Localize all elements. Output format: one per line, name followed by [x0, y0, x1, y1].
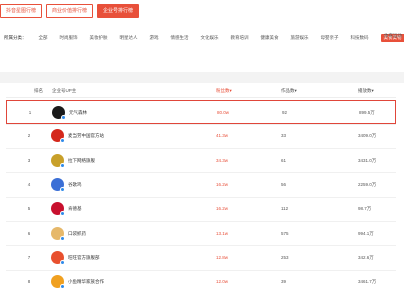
category-fashion[interactable]: 时尚服饰	[60, 35, 78, 41]
row-divider	[6, 196, 396, 198]
row-name[interactable]: 拉下网络旗舰	[68, 158, 95, 164]
row-name[interactable]: 元气森林	[69, 110, 87, 116]
table-row[interactable]: 3 拉下网络旗舰 34.3w 61 3431.0万	[6, 149, 396, 173]
toolbar-band	[0, 72, 404, 83]
category-beauty[interactable]: 美妆护肤	[90, 35, 108, 41]
row-works: 253	[281, 254, 289, 260]
table-row[interactable]: 5 肯德基 16.2w 112 98.7万	[6, 197, 396, 221]
row-rank: 2	[27, 133, 31, 139]
table-row[interactable]: 6 口袋抓药 13.1w 575 994.1万	[6, 222, 396, 246]
verified-icon	[60, 186, 65, 192]
row-fans: 13.1w	[216, 230, 229, 236]
category-filter: 所属分类： 全部 时尚服饰 美妆护肤 明星达人 游戏 情感生活 文化娱乐 教育培…	[4, 34, 404, 42]
row-rank: 7	[27, 254, 31, 260]
header-name: 企业号UP主	[52, 88, 77, 93]
ranking-tabs: 抖音星图行榜 商业价值排行榜 企业号排行榜	[0, 4, 140, 18]
verified-icon	[60, 259, 65, 265]
table-row[interactable]: 8 小鱼精华家族合作 12.0w 39 3461.7万	[6, 270, 396, 293]
table-row[interactable]: 2 麦当劳中国官方站 41.3w 33 3409.0万	[6, 124, 396, 148]
header-fans-sort[interactable]: 粉丝数▾	[216, 88, 232, 94]
row-divider	[6, 221, 396, 222]
category-education[interactable]: 教育培训	[231, 35, 249, 41]
row-divider	[6, 123, 396, 125]
tab-star-ranking[interactable]: 抖音星图行榜	[0, 4, 43, 18]
row-fans: 16.2w	[216, 206, 229, 212]
verified-icon	[60, 284, 65, 290]
verified-icon	[60, 235, 65, 241]
verified-icon	[61, 115, 66, 120]
row-divider	[6, 269, 396, 271]
category-entertainment[interactable]: 文化娱乐	[201, 35, 219, 41]
table-row[interactable]: 1 元气森林 80.0w 92 899.5万	[6, 100, 396, 124]
header-rank: 排名	[34, 88, 43, 93]
category-life[interactable]: 情感生活	[171, 35, 189, 41]
category-tech[interactable]: 科技数码	[351, 35, 369, 41]
header-divider	[6, 97, 396, 98]
row-fans: 80.0w	[217, 110, 230, 115]
category-travel[interactable]: 旅游娱乐	[291, 35, 309, 41]
row-plays: 2259.0万	[358, 181, 377, 187]
row-works: 56	[281, 181, 287, 187]
table-row[interactable]: 7 旺旺官方旗舰部 12.8w 253 342.6万	[6, 246, 396, 270]
row-rank: 5	[27, 206, 31, 212]
row-divider	[6, 148, 396, 150]
row-name[interactable]: 谷歌鸡	[68, 182, 82, 188]
row-plays: 342.6万	[358, 254, 374, 260]
row-fans: 34.3w	[216, 157, 229, 163]
row-divider	[6, 245, 396, 247]
row-rank: 8	[27, 279, 31, 285]
row-plays: 3431.0万	[358, 157, 377, 163]
row-works: 92	[282, 110, 288, 115]
row-name[interactable]: 肯德基	[68, 206, 82, 212]
category-parenting[interactable]: 母婴亲子	[321, 35, 339, 41]
row-fans: 41.3w	[216, 133, 229, 139]
row-plays: 994.1万	[358, 230, 374, 236]
category-sports[interactable]: 体育运动	[384, 33, 402, 39]
row-rank: 4	[27, 181, 31, 187]
row-works: 112	[281, 206, 289, 212]
row-fans: 12.8w	[216, 254, 229, 260]
row-plays: 3409.0万	[358, 133, 377, 139]
row-name[interactable]: 口袋抓药	[68, 231, 86, 237]
verified-icon	[60, 211, 65, 217]
row-plays: 98.7万	[358, 206, 372, 212]
row-rank: 1	[28, 110, 32, 115]
category-food[interactable]: 健康美食	[261, 35, 279, 41]
row-rank: 3	[27, 157, 31, 163]
category-label: 所属分类：	[4, 35, 27, 40]
row-rank: 6	[27, 230, 31, 236]
verified-icon	[60, 138, 65, 144]
row-divider	[6, 172, 396, 174]
row-works: 39	[281, 279, 287, 285]
category-game[interactable]: 游戏	[150, 35, 159, 41]
row-works: 575	[281, 230, 289, 236]
header-plays-sort[interactable]: 播放数▾	[358, 88, 374, 94]
table-header: 排名 企业号UP主 粉丝数▾ 作品数▾ 播放数▾	[6, 86, 396, 96]
category-all[interactable]: 全部	[39, 35, 48, 41]
row-fans: 16.2w	[216, 181, 229, 187]
row-plays: 3461.7万	[358, 279, 377, 285]
category-celebrity[interactable]: 明星达人	[120, 35, 138, 41]
header-works-sort[interactable]: 作品数▾	[281, 88, 297, 94]
row-name[interactable]: 麦当劳中国官方站	[68, 133, 104, 139]
row-plays: 899.5万	[359, 110, 375, 115]
row-works: 61	[281, 157, 287, 163]
verified-icon	[60, 162, 65, 168]
table-row[interactable]: 4 谷歌鸡 16.2w 56 2259.0万	[6, 173, 396, 197]
row-name[interactable]: 旺旺官方旗舰部	[68, 255, 100, 261]
row-fans: 12.0w	[216, 279, 229, 285]
row-works: 33	[281, 133, 287, 139]
row-name[interactable]: 小鱼精华家族合作	[68, 279, 104, 285]
tab-commercial-ranking[interactable]: 商业价值排行榜	[46, 4, 94, 18]
tab-enterprise-ranking[interactable]: 企业号排行榜	[97, 4, 140, 18]
